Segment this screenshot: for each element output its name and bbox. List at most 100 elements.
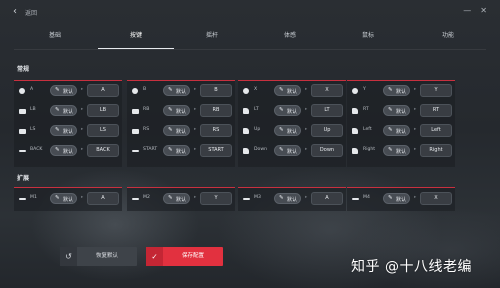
mapped-key-button[interactable]: RB (200, 104, 232, 117)
mapped-key-button[interactable]: LS (87, 124, 119, 137)
mapped-key-button[interactable]: A (311, 192, 343, 205)
reset-default-chip[interactable]: ✎ 默认 (163, 105, 190, 116)
macro-bar-icon (19, 198, 26, 200)
button-circle-icon (352, 88, 358, 94)
button-circle-icon (132, 88, 138, 94)
tab-divider (14, 48, 486, 50)
reset-default-chip[interactable]: ✎ 默认 (383, 193, 410, 204)
mapping-row: Right ✎ 默认 ▸ Right (352, 144, 452, 158)
watermark: 知乎 @十八线老编 (351, 259, 472, 275)
arrow-right-icon: ▸ (81, 195, 84, 200)
reset-default-chip[interactable]: ✎ 默认 (274, 193, 301, 204)
reset-default-chip[interactable]: ✎ 默认 (50, 193, 77, 204)
tab-2[interactable]: 按键 (98, 30, 174, 39)
mapped-key-button[interactable]: Left (420, 124, 452, 137)
restore-default-button[interactable]: ↺ 恢复默认 (60, 247, 137, 266)
button-name: B (143, 87, 147, 92)
default-label: 默认 (396, 89, 407, 96)
tab-6[interactable]: 功能 (410, 30, 486, 39)
mapped-key-button[interactable]: Up (311, 124, 343, 137)
reset-default-chip[interactable]: ✎ 默认 (50, 125, 77, 136)
mapped-key-button[interactable]: X (420, 192, 452, 205)
reset-default-chip[interactable]: ✎ 默认 (163, 145, 190, 156)
start-bar-icon (132, 150, 139, 152)
mapped-key-button[interactable]: Right (420, 144, 452, 157)
pencil-icon: ✎ (279, 87, 284, 93)
mapped-key-button[interactable]: A (87, 84, 119, 97)
mapped-key-button[interactable]: LT (311, 104, 343, 117)
section-title-extended: 扩展 (17, 175, 30, 182)
tab-5[interactable]: 鼠标 (330, 30, 406, 39)
arrow-right-icon: ▸ (305, 107, 308, 112)
tab-1[interactable]: 基础 (17, 30, 93, 39)
mapped-key-button[interactable]: Down (311, 144, 343, 157)
mapping-row: M1 ✎ 默认 ▸ A (19, 192, 119, 206)
reset-default-chip[interactable]: ✎ 默认 (274, 85, 301, 96)
reset-default-chip[interactable]: ✎ 默认 (163, 85, 190, 96)
default-label: 默认 (63, 129, 74, 136)
tab-3[interactable]: 摇杆 (174, 30, 250, 39)
restore-icon: ↺ (60, 247, 77, 266)
pencil-icon: ✎ (388, 127, 393, 133)
tab-4[interactable]: 体感 (252, 30, 328, 39)
button-name: M1 (30, 195, 37, 200)
pencil-icon: ✎ (55, 195, 60, 201)
reset-default-chip[interactable]: ✎ 默认 (383, 85, 410, 96)
reset-default-chip[interactable]: ✎ 默认 (274, 145, 301, 156)
reset-default-chip[interactable]: ✎ 默认 (383, 105, 410, 116)
reset-default-chip[interactable]: ✎ 默认 (274, 105, 301, 116)
default-label: 默认 (63, 149, 74, 156)
stick-icon (132, 129, 139, 134)
mapped-key-button[interactable]: X (311, 84, 343, 97)
mapped-key-button[interactable]: RS (200, 124, 232, 137)
reset-default-chip[interactable]: ✎ 默认 (50, 105, 77, 116)
back-label[interactable]: 返回 (25, 8, 37, 17)
button-name: LS (30, 127, 36, 132)
pencil-icon: ✎ (55, 147, 60, 153)
save-config-button[interactable]: ✓ 保存配置 (146, 247, 223, 266)
button-name: START (143, 147, 158, 152)
close-icon[interactable]: ✕ (480, 7, 487, 15)
mapped-key-button[interactable]: RT (420, 104, 452, 117)
minimize-icon[interactable]: — (463, 7, 471, 15)
mapping-row: M4 ✎ 默认 ▸ X (352, 192, 452, 206)
button-name: Down (254, 147, 268, 152)
reset-default-chip[interactable]: ✎ 默认 (163, 193, 190, 204)
mapped-key-button[interactable]: Y (200, 192, 232, 205)
reset-default-chip[interactable]: ✎ 默认 (383, 145, 410, 156)
reset-default-chip[interactable]: ✎ 默认 (50, 85, 77, 96)
mapped-key-button[interactable]: A (87, 192, 119, 205)
default-label: 默认 (396, 129, 407, 136)
trigger-icon (352, 108, 358, 114)
mapped-key-button[interactable]: B (200, 84, 232, 97)
default-label: 默认 (396, 149, 407, 156)
pencil-icon: ✎ (168, 147, 173, 153)
arrow-right-icon: ▸ (194, 147, 197, 152)
reset-default-chip[interactable]: ✎ 默认 (50, 145, 77, 156)
mapping-row: B ✎ 默认 ▸ B (132, 84, 232, 98)
mapped-key-button[interactable]: LB (87, 104, 119, 117)
mapping-row: M2 ✎ 默认 ▸ Y (132, 192, 232, 206)
reset-default-chip[interactable]: ✎ 默认 (383, 125, 410, 136)
dpad-up-icon (243, 128, 249, 134)
default-label: 默认 (176, 197, 187, 204)
reset-default-chip[interactable]: ✎ 默认 (274, 125, 301, 136)
default-label: 默认 (176, 129, 187, 136)
pencil-icon: ✎ (55, 87, 60, 93)
back-arrow-icon[interactable]: ‹ (13, 6, 17, 17)
arrow-right-icon: ▸ (194, 107, 197, 112)
arrow-right-icon: ▸ (414, 147, 417, 152)
reset-default-chip[interactable]: ✎ 默认 (163, 125, 190, 136)
default-label: 默认 (396, 197, 407, 204)
mapped-key-button[interactable]: Y (420, 84, 452, 97)
dpad-down-icon (243, 148, 249, 154)
button-circle-icon (19, 88, 25, 94)
pencil-icon: ✎ (279, 195, 284, 201)
mapped-key-button[interactable]: BACK (87, 144, 119, 157)
bumper-icon (19, 109, 26, 114)
pencil-icon: ✎ (388, 87, 393, 93)
mapped-key-button[interactable]: START (200, 144, 232, 157)
default-label: 默认 (63, 89, 74, 96)
default-label: 默认 (63, 109, 74, 116)
default-label: 默认 (176, 109, 187, 116)
